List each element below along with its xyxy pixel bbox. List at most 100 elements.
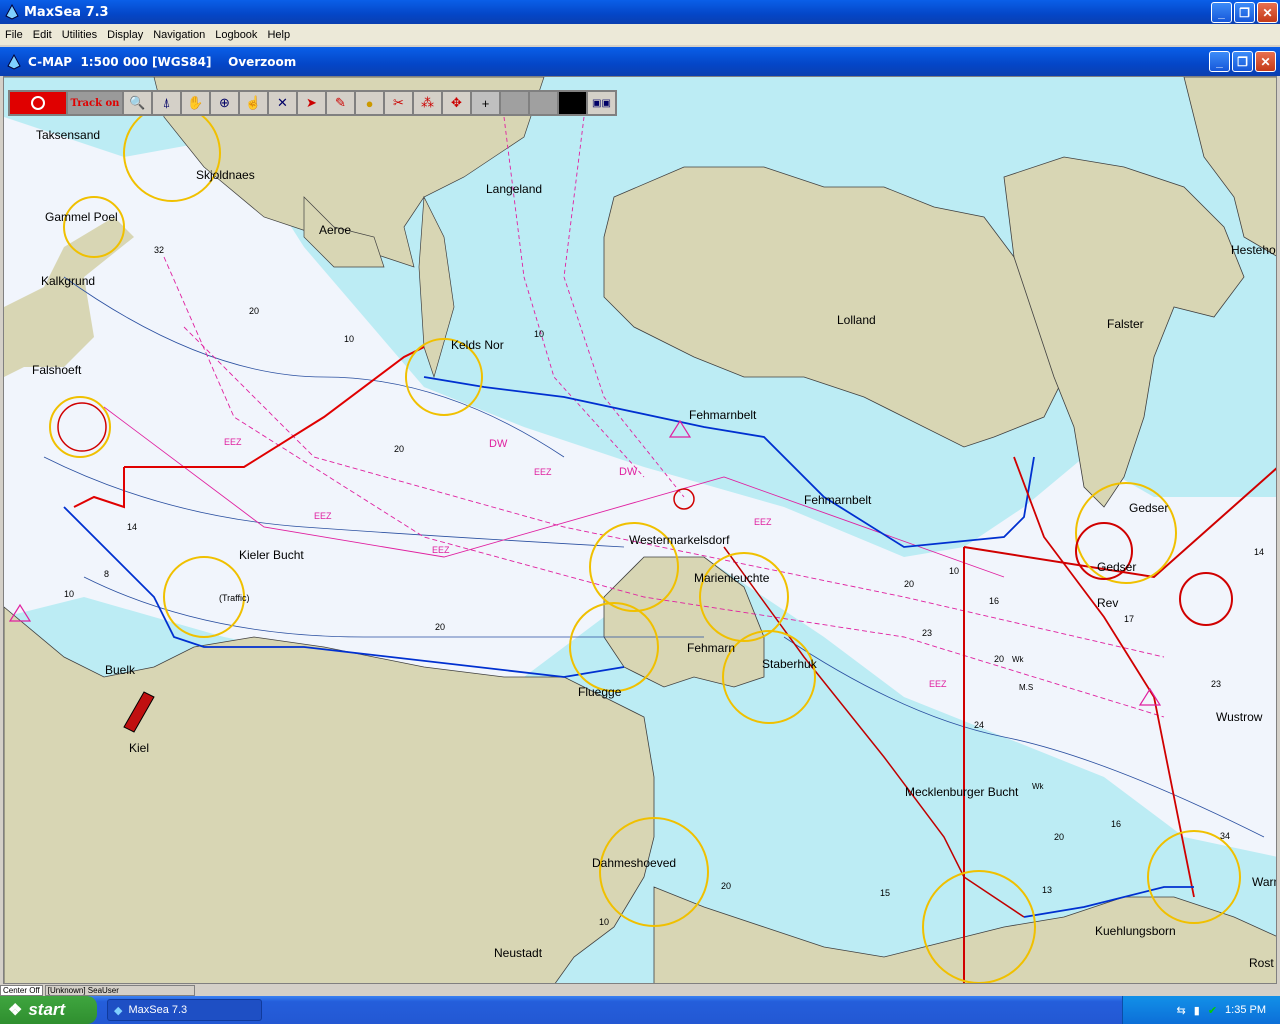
sounding: 24 — [974, 720, 984, 730]
label-wustrow: Wustrow — [1216, 710, 1263, 724]
wreck-mark: Wk — [1032, 782, 1045, 791]
label-lolland: Lolland — [837, 313, 876, 327]
menu-display[interactable]: Display — [102, 29, 148, 41]
record-button[interactable] — [9, 91, 67, 115]
sounding: 8 — [104, 569, 109, 579]
color-swatch-button[interactable] — [558, 91, 587, 115]
maximize-button[interactable]: ❐ — [1234, 2, 1255, 23]
layout-icon[interactable]: ▣▣ — [587, 91, 616, 115]
sounding: 10 — [599, 917, 609, 927]
windows-logo-icon: ❖ — [8, 1002, 23, 1019]
label-rev: Rev — [1097, 596, 1118, 610]
label-gedser-1: Gedser — [1129, 501, 1168, 515]
sounding: 16 — [989, 596, 999, 606]
move-icon[interactable]: ✥ — [442, 91, 471, 115]
menu-logbook[interactable]: Logbook — [210, 29, 262, 41]
menu-utilities[interactable]: Utilities — [57, 29, 102, 41]
crosshair-icon[interactable]: ⊕ — [210, 91, 239, 115]
label-falshoeft: Falshoeft — [32, 363, 82, 377]
menu-bar: File Edit Utilities Display Navigation L… — [0, 24, 1280, 45]
blank-button-2[interactable] — [529, 91, 558, 115]
menu-file[interactable]: File — [0, 29, 28, 41]
chart-canvas[interactable]: Taksensand Skjoldnaes Langeland Gammel P… — [4, 77, 1277, 984]
chart-window-icon — [7, 53, 21, 70]
chart-close-button[interactable]: ✕ — [1255, 51, 1276, 72]
network-icon[interactable]: ⇆ — [1177, 1004, 1186, 1017]
zone-label: EEZ — [432, 545, 450, 555]
label-dahmeshoeved: Dahmeshoeved — [592, 856, 676, 870]
zone-label: DW — [619, 466, 638, 478]
label-mecklenburger-bucht: Mecklenburger Bucht — [905, 785, 1019, 799]
label-hesteho: Hesteho — [1231, 243, 1276, 257]
status-bar: Center Off [Unknown] SeaUser — [0, 984, 1280, 996]
route-tool-icon[interactable]: ✕ — [268, 91, 297, 115]
label-kelds-nor: Kelds Nor — [451, 338, 504, 352]
label-kiel: Kiel — [129, 741, 149, 755]
sounding: 10 — [534, 329, 544, 339]
zoom-icon[interactable]: 🔍 — [123, 91, 152, 115]
sounding: 20 — [249, 306, 259, 316]
label-buelk: Buelk — [105, 663, 136, 677]
signal-icon[interactable]: ▮ — [1194, 1004, 1200, 1017]
label-gedser-2: Gedser — [1097, 560, 1136, 574]
clock[interactable]: 1:35 PM — [1225, 1004, 1266, 1016]
zone-label: EEZ — [754, 517, 772, 527]
label-fehmarn: Fehmarn — [687, 641, 735, 655]
label-skjoldnaes: Skjoldnaes — [196, 168, 255, 182]
label-gammel-poel: Gammel Poel — [45, 210, 118, 224]
system-tray: ⇆ ▮ ✔ 1:35 PM — [1122, 996, 1280, 1024]
maxsea-task-icon: ◆ — [114, 1004, 123, 1017]
hand-pan-icon[interactable]: ✋ — [181, 91, 210, 115]
label-kuehlungsborn: Kuehlungsborn — [1095, 924, 1176, 938]
mark-icon[interactable]: ⁂ — [413, 91, 442, 115]
label-fehmarnbelt-1: Fehmarnbelt — [689, 408, 757, 422]
menu-edit[interactable]: Edit — [28, 29, 57, 41]
chart-minimize-button[interactable]: _ — [1209, 51, 1230, 72]
sounding: 23 — [1211, 679, 1221, 689]
start-label: start — [28, 1000, 66, 1019]
menu-help[interactable]: Help — [262, 29, 295, 41]
sounding: 20 — [394, 444, 404, 454]
chart-maximize-button[interactable]: ❐ — [1232, 51, 1253, 72]
hand-select-icon[interactable]: ☝ — [239, 91, 268, 115]
label-fluegge: Fluegge — [578, 685, 622, 699]
label-aeroe: Aeroe — [319, 223, 351, 237]
close-button[interactable]: ✕ — [1257, 2, 1278, 23]
label-marienleuchte: Marienleuchte — [694, 571, 770, 585]
pencil-icon[interactable]: ✎ — [326, 91, 355, 115]
sounding: 17 — [1124, 614, 1134, 624]
pointer-icon[interactable]: ➤ — [297, 91, 326, 115]
center-icon[interactable]: ● — [355, 91, 384, 115]
label-taksensand: Taksensand — [36, 128, 100, 142]
window-title: MaxSea 7.3 — [24, 4, 109, 20]
sounding: 32 — [154, 245, 164, 255]
label-neustadt: Neustadt — [494, 946, 543, 960]
taskbar-item-maxsea[interactable]: ◆ MaxSea 7.3 — [107, 999, 262, 1021]
track-on-button[interactable]: Track on — [67, 91, 123, 115]
zone-label: EEZ — [534, 467, 552, 477]
maxsea-app-icon — [5, 4, 19, 20]
minimize-button[interactable]: _ — [1211, 2, 1232, 23]
measure-icon[interactable]: ⍋ — [152, 91, 181, 115]
sounding: 20 — [994, 654, 1004, 664]
status-user: [Unknown] SeaUser — [44, 984, 195, 996]
label-kalkgrund: Kalkgrund — [41, 274, 95, 288]
wreck-mark: Wk — [1012, 655, 1025, 664]
label-staberhuk: Staberhuk — [762, 657, 818, 671]
scissors-icon[interactable]: ✂ — [384, 91, 413, 115]
sounding: 16 — [1111, 819, 1121, 829]
label-kieler-bucht: Kieler Bucht — [239, 548, 304, 562]
blank-button-1[interactable] — [500, 91, 529, 115]
sounding: 10 — [64, 589, 74, 599]
security-icon[interactable]: ✔ — [1208, 1004, 1217, 1017]
chart-window-titlebar[interactable]: C-MAP 1:500 000 [WGS84] Overzoom _ ❐ ✕ — [0, 47, 1280, 76]
label-westermarkelsdorf: Westermarkelsdorf — [629, 533, 730, 547]
plus-icon[interactable]: + — [471, 91, 500, 115]
start-button[interactable]: ❖ start — [0, 996, 97, 1024]
nautical-chart[interactable]: Taksensand Skjoldnaes Langeland Gammel P… — [3, 76, 1277, 984]
window-titlebar[interactable]: MaxSea 7.3 _ ❐ ✕ — [0, 0, 1280, 24]
menu-navigation[interactable]: Navigation — [148, 29, 210, 41]
status-center[interactable]: Center Off — [0, 984, 43, 996]
label-rost: Rost — [1249, 956, 1274, 970]
taskbar: ❖ start ◆ MaxSea 7.3 ⇆ ▮ ✔ 1:35 PM — [0, 996, 1280, 1024]
